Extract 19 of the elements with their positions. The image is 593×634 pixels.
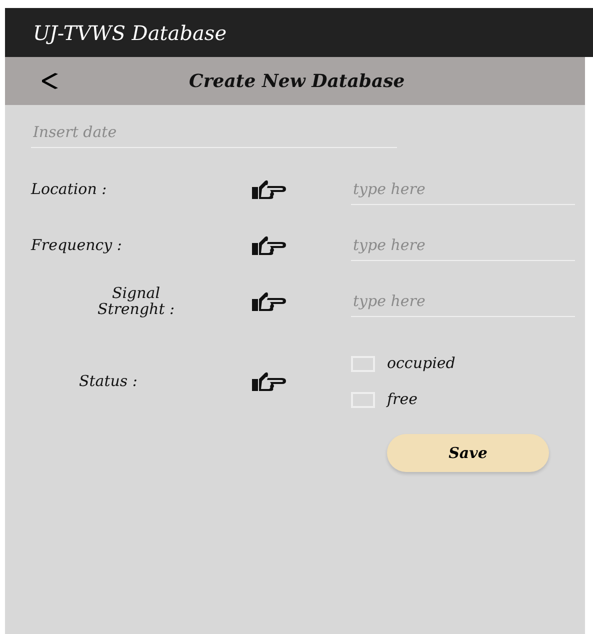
pointing-hand-icon [251,235,287,257]
page-title: Create New Database [189,70,405,92]
back-chevron-icon [41,72,59,90]
field-label: Signal Strenght : [96,286,176,318]
pointing-hand-icon [251,179,287,201]
pointing-hand-icon [251,291,287,313]
date-field[interactable]: Insert date [31,119,397,148]
pointing-hand-icon [251,371,287,393]
save-button[interactable]: Save [387,434,549,472]
app-title: UJ-TVWS Database [33,20,227,44]
status-option[interactable]: free [351,392,575,408]
field-label: Frequency : [31,238,123,254]
input-field[interactable]: type here [351,232,575,260]
field-label: Location : [31,182,108,198]
input-field[interactable]: type here [351,176,575,204]
status-option[interactable]: occupied [351,356,575,372]
status-label: Status : [78,374,138,390]
input-field[interactable]: type here [351,288,575,316]
back-button[interactable] [41,72,59,90]
